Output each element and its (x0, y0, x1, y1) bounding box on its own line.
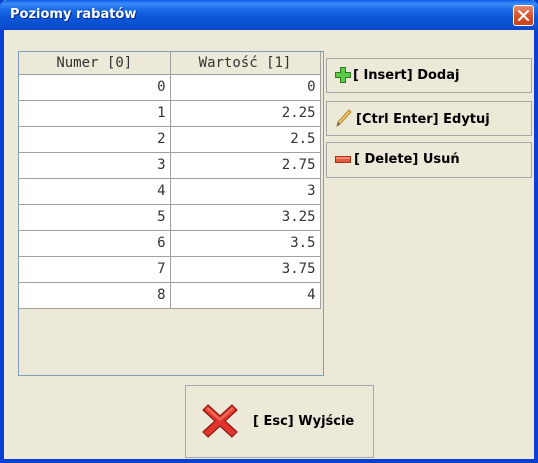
cell-numer[interactable]: 7 (19, 256, 171, 283)
add-button-label: [ Insert] Dodaj (353, 68, 460, 83)
exit-button-label: [ Esc] Wyjście (253, 414, 355, 429)
table-row[interactable]: 43 (19, 178, 321, 205)
pencil-icon (336, 109, 352, 131)
column-header-wartosc[interactable]: Wartość [1] (170, 52, 321, 75)
table-row[interactable]: 7 3.75 (19, 256, 321, 283)
table-row[interactable]: 6 3.5 (19, 230, 321, 257)
cell-wartosc[interactable]: 2.25 (170, 100, 321, 127)
cell-numer[interactable]: 8 (19, 282, 171, 309)
cell-numer[interactable]: 0 (19, 74, 171, 101)
cell-numer[interactable]: 3 (19, 152, 171, 179)
cell-wartosc[interactable]: 2.75 (170, 152, 321, 179)
add-button[interactable]: [ Insert] Dodaj (326, 58, 532, 93)
window-title: Poziomy rabatów (10, 7, 137, 22)
column-header-numer[interactable]: Numer [0] (19, 52, 171, 75)
table-body: 0 0 1 2.25 2 2.5 3 2.75 4 3 5 3.25 6 3.5 7 3.75 8 4 (19, 74, 321, 309)
cell-wartosc[interactable]: 3.5 (170, 230, 321, 257)
plus-icon (335, 67, 351, 87)
cell-wartosc[interactable]: 0 (170, 74, 321, 101)
exit-button[interactable]: [ Esc] Wyjście (185, 385, 374, 458)
red-x-icon (201, 402, 239, 444)
cell-wartosc[interactable]: 2.5 (170, 126, 321, 153)
table-header-row: Numer [0] Wartość [1] (19, 52, 321, 75)
table-row[interactable]: 00 (19, 74, 321, 101)
cell-wartosc[interactable]: 3.75 (170, 256, 321, 283)
table-row[interactable]: 1 2.25 (19, 100, 321, 127)
title-bar[interactable]: Poziomy rabatów (0, 0, 538, 30)
close-button[interactable] (513, 5, 534, 26)
data-table: Numer [0] Wartość [1] 0 0 1 2.25 2 2.5 3 2.75 4 3… (19, 52, 321, 309)
cell-wartosc[interactable]: 3 (170, 178, 321, 205)
cell-numer[interactable]: 4 (19, 178, 171, 205)
cell-numer[interactable]: 6 (19, 230, 171, 257)
table-row[interactable]: 2 2.5 (19, 126, 321, 153)
delete-button[interactable]: [ Delete] Usuń (326, 142, 532, 178)
dialog-window: Poziomy rabatów Numer [0] Wartość [1] 00… (0, 0, 538, 463)
minus-icon (335, 153, 351, 168)
table-row[interactable]: 5 3.25 (19, 204, 321, 231)
close-icon (518, 10, 529, 21)
table-row[interactable]: 84 (19, 282, 321, 309)
discount-levels-table[interactable]: Numer [0] Wartość [1] 0 0 1 2.25 2 2.5 3 2.75 4 3… (18, 51, 324, 376)
cell-numer[interactable]: 1 (19, 100, 171, 127)
cell-wartosc[interactable]: 4 (170, 282, 321, 309)
edit-button-label: [Ctrl Enter] Edytuj (356, 112, 490, 127)
cell-numer[interactable]: 5 (19, 204, 171, 231)
edit-button[interactable]: [Ctrl Enter] Edytuj (326, 101, 532, 136)
cell-numer[interactable]: 2 (19, 126, 171, 153)
cell-wartosc[interactable]: 3.25 (170, 204, 321, 231)
delete-button-label: [ Delete] Usuń (354, 152, 460, 167)
dialog-content: Numer [0] Wartość [1] 0 0 1 2.25 2 2.5 3 2.75 4 3… (4, 30, 534, 459)
table-row[interactable]: 3 2.75 (19, 152, 321, 179)
